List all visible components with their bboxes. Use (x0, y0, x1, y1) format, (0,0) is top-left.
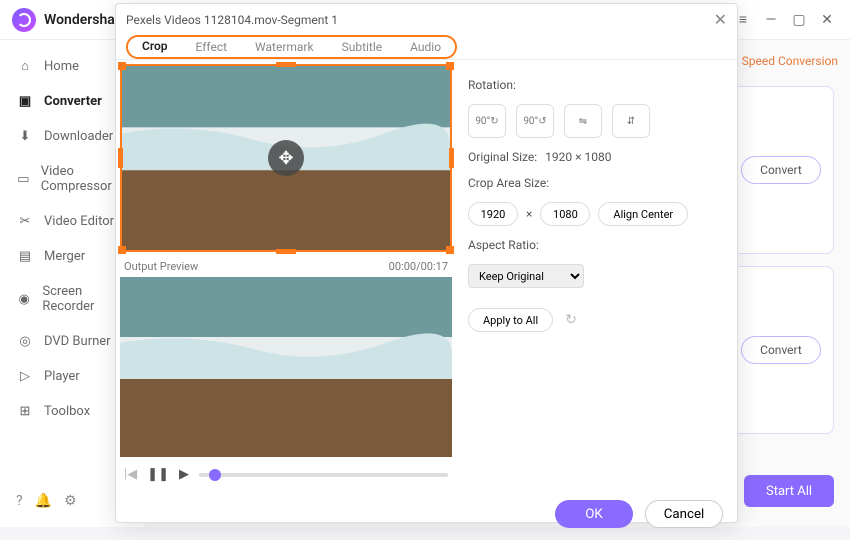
close-button[interactable]: ✕ (816, 9, 838, 31)
settings-icon[interactable]: ⚙ (64, 493, 77, 509)
crop-width-input[interactable] (468, 202, 518, 226)
crop-handle[interactable] (449, 148, 454, 168)
home-icon: ⌂ (16, 58, 34, 74)
seek-thumb[interactable] (209, 469, 221, 481)
crop-handle[interactable] (276, 249, 296, 254)
crop-dialog: Pexels Videos 1128104.mov-Segment 1 ✕ Cr… (115, 3, 738, 523)
sidebar-item-label: Video Editor (44, 214, 114, 229)
preview-label: Output Preview (124, 260, 198, 273)
minimize-button[interactable]: — (760, 9, 782, 31)
sidebar-item-label: Downloader (44, 129, 113, 144)
original-size-label: Original Size: (468, 150, 537, 164)
flip-horizontal-button[interactable]: ⇋ (564, 104, 602, 138)
sidebar-item-label: Toolbox (44, 404, 90, 419)
close-icon[interactable]: ✕ (714, 10, 727, 29)
rotation-label: Rotation: (468, 78, 721, 92)
grid-icon: ⊞ (16, 404, 34, 419)
start-all-button[interactable]: Start All (744, 475, 834, 507)
seek-slider[interactable] (199, 473, 448, 477)
play-icon: ▷ (16, 369, 34, 384)
play-button[interactable]: ▶ (179, 467, 189, 482)
move-icon[interactable]: ✥ (268, 140, 304, 176)
record-icon: ◉ (16, 292, 32, 307)
sidebar-item-label: DVD Burner (44, 334, 111, 349)
disc-icon: ◎ (16, 334, 34, 349)
times-label: × (526, 207, 532, 221)
download-icon: ⬇ (16, 129, 34, 144)
crop-handle[interactable] (446, 62, 454, 70)
sidebar-item-label: Player (44, 369, 80, 384)
crop-height-input[interactable] (540, 202, 590, 226)
crop-handle[interactable] (118, 148, 123, 168)
timecode: 00:00/00:17 (389, 260, 448, 273)
crop-handle[interactable] (118, 246, 126, 254)
player-controls: |◀ ❚❚ ▶ (116, 461, 456, 492)
speed-conversion-link[interactable]: Speed Conversion (742, 54, 838, 68)
converter-icon: ▣ (16, 94, 34, 109)
output-preview (120, 277, 452, 457)
convert-button[interactable]: Convert (741, 156, 821, 184)
align-center-button[interactable]: Align Center (598, 202, 688, 226)
bell-icon[interactable]: 🔔 (35, 493, 52, 509)
help-icon[interactable]: ? (16, 493, 23, 509)
rotate-cw-button[interactable]: 90°↻ (468, 104, 506, 138)
aspect-ratio-select[interactable]: Keep Original (468, 264, 584, 288)
sidebar-item-label: Home (44, 59, 79, 74)
refresh-icon[interactable]: ↻ (565, 312, 577, 328)
video-frame-bottom (120, 277, 452, 457)
tab-watermark[interactable]: Watermark (241, 35, 328, 59)
crop-handle[interactable] (118, 62, 126, 70)
rotate-ccw-button[interactable]: 90°↺ (516, 104, 554, 138)
tab-audio[interactable]: Audio (396, 35, 455, 59)
crop-handle[interactable] (446, 246, 454, 254)
tab-subtitle[interactable]: Subtitle (328, 35, 397, 59)
pause-button[interactable]: ❚❚ (147, 467, 169, 482)
flip-vertical-button[interactable]: ⇵ (612, 104, 650, 138)
crop-canvas[interactable]: ✥ (120, 64, 452, 252)
app-logo-icon (12, 8, 36, 32)
crop-handle[interactable] (276, 62, 296, 67)
convert-button[interactable]: Convert (741, 336, 821, 364)
tab-effect[interactable]: Effect (182, 35, 242, 59)
ok-button[interactable]: OK (555, 500, 633, 528)
tab-crop[interactable]: Crop (128, 35, 182, 59)
crop-size-label: Crop Area Size: (468, 176, 721, 190)
sidebar-item-label: Converter (44, 94, 102, 109)
merge-icon: ▤ (16, 249, 34, 264)
cancel-button[interactable]: Cancel (645, 500, 723, 528)
original-size-value: 1920 × 1080 (545, 150, 611, 164)
compress-icon: ▭ (16, 172, 31, 187)
apply-to-all-button[interactable]: Apply to All (468, 308, 553, 332)
sidebar-item-label: Merger (44, 249, 85, 264)
maximize-button[interactable]: ▢ (788, 9, 810, 31)
scissors-icon: ✂ (16, 214, 34, 229)
dialog-title: Pexels Videos 1128104.mov-Segment 1 (126, 13, 338, 27)
aspect-label: Aspect Ratio: (468, 238, 721, 252)
prev-frame-button[interactable]: |◀ (124, 467, 137, 482)
tab-row: Crop Effect Watermark Subtitle Audio (126, 35, 457, 59)
